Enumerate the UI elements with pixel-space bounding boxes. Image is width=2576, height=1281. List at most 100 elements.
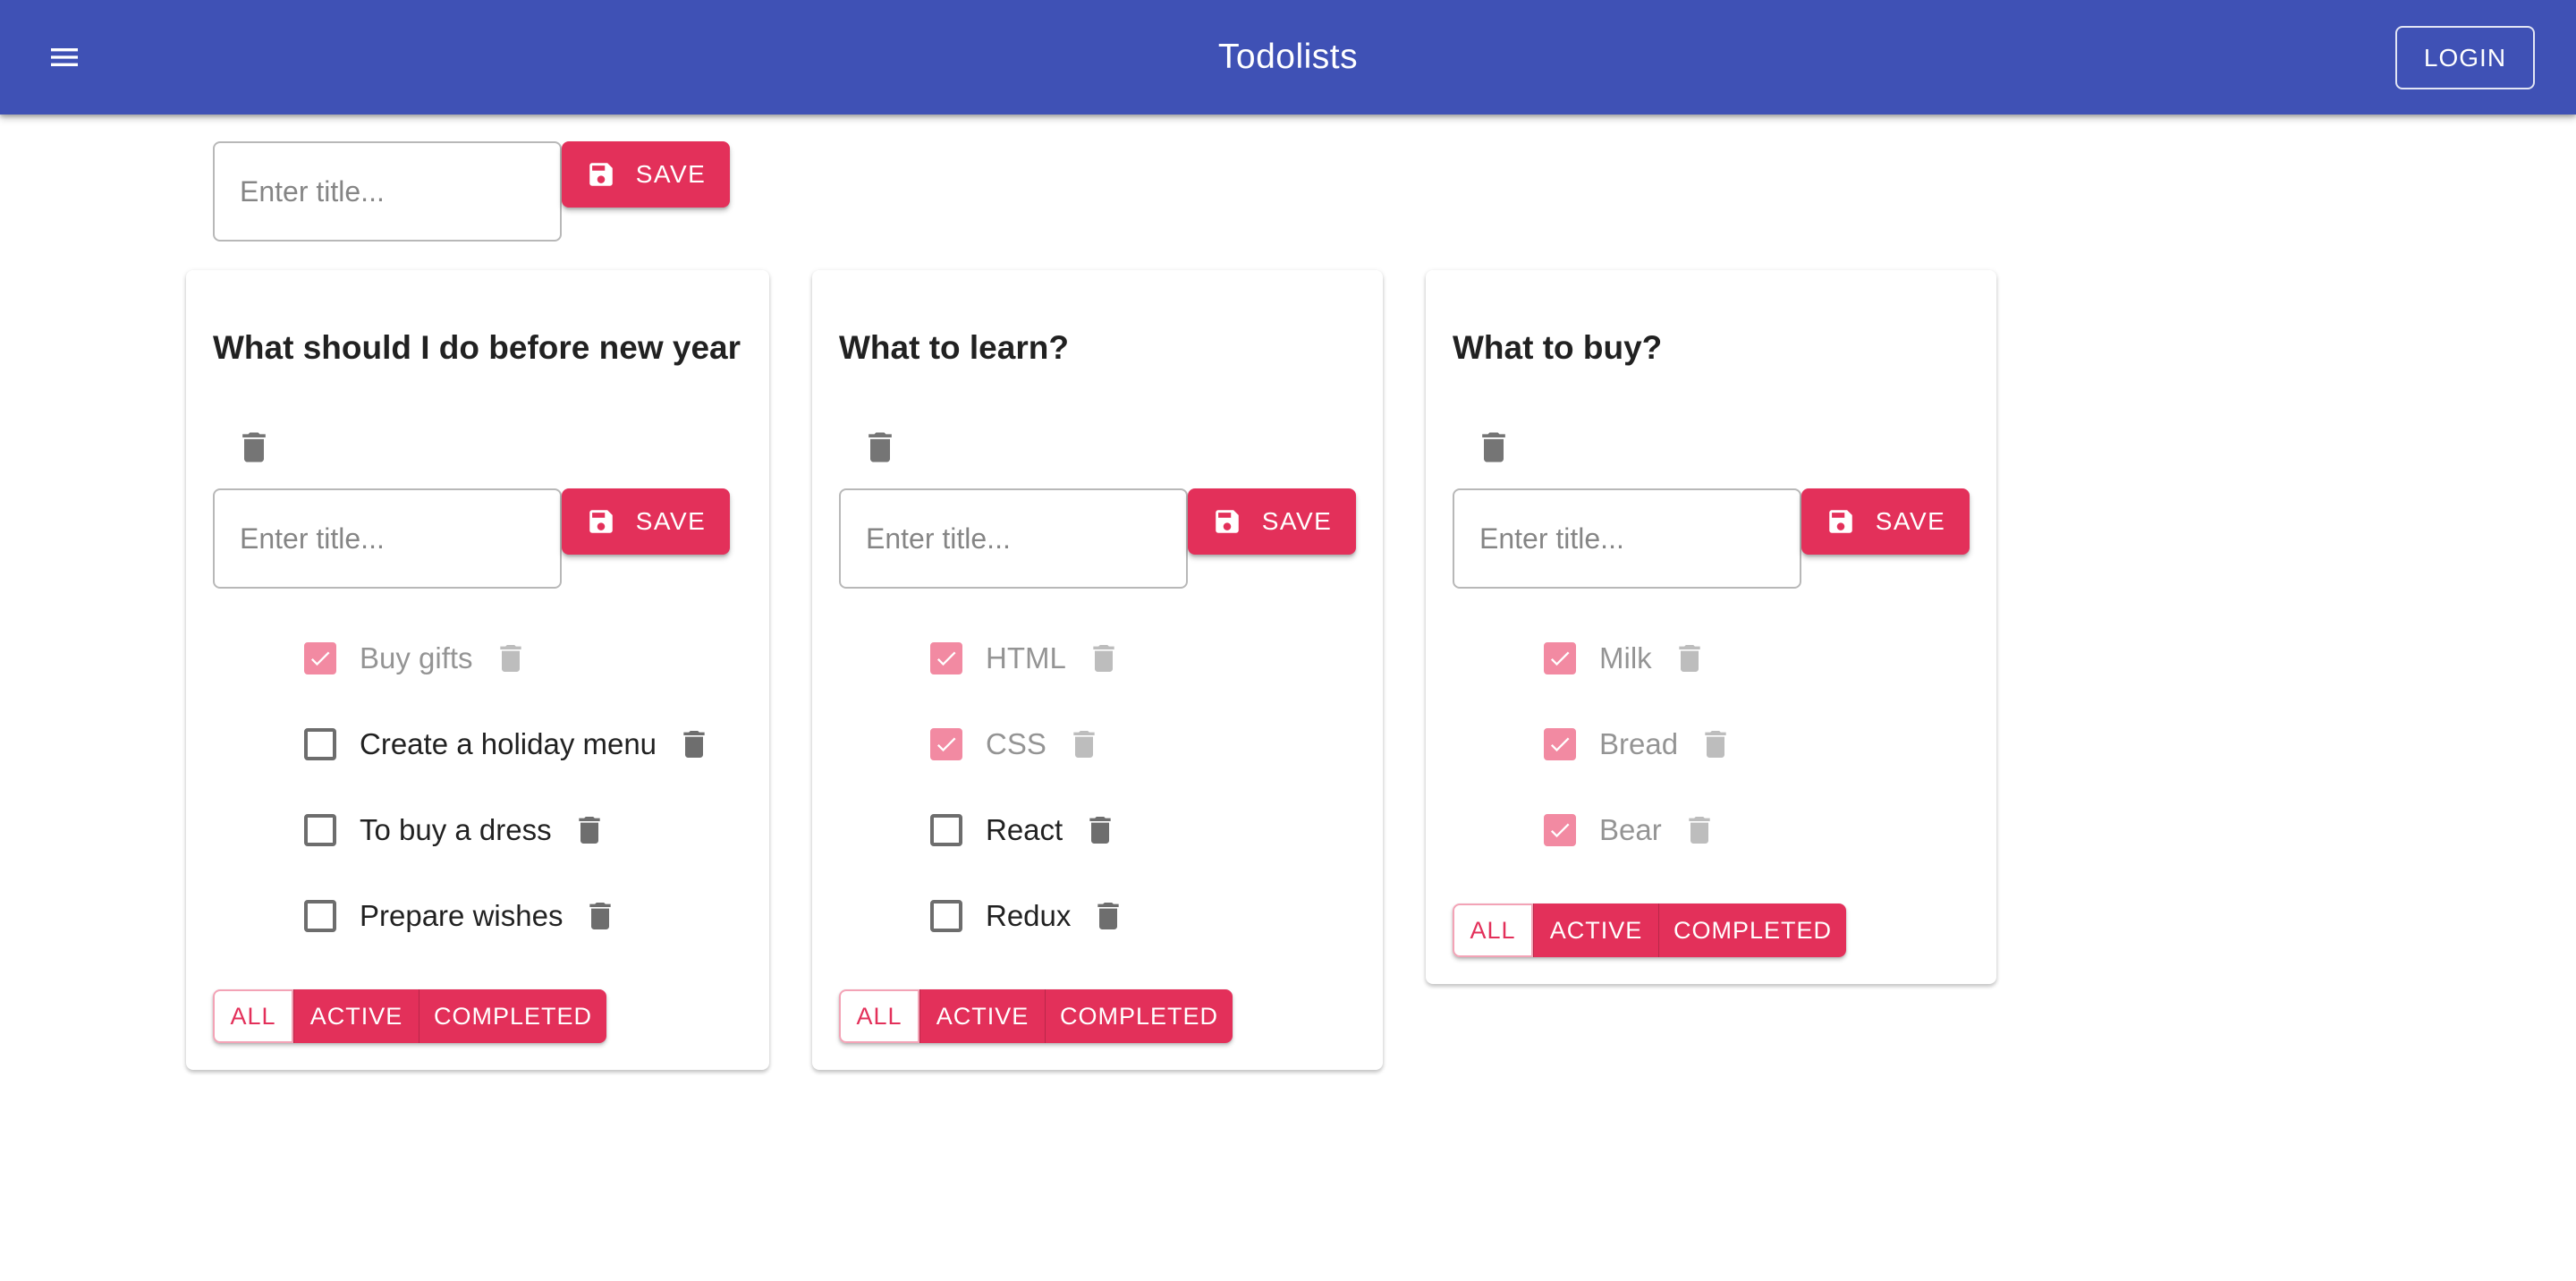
task-label[interactable]: Buy gifts [360, 641, 473, 675]
check-icon [1550, 823, 1570, 838]
task-item: Bear [1544, 803, 1717, 857]
add-task-button[interactable]: SAVE [562, 488, 730, 555]
task-checkbox[interactable] [930, 728, 962, 760]
filter-completed-button[interactable]: COMPLETED [1045, 989, 1233, 1043]
task-checkbox[interactable] [304, 642, 336, 674]
app-title: Todolists [1217, 38, 1359, 76]
delete-task-button[interactable] [493, 639, 529, 678]
task-checkbox[interactable] [930, 814, 962, 846]
delete-task-button[interactable] [676, 725, 712, 764]
trash-icon [1689, 817, 1710, 844]
task-label[interactable]: Bear [1599, 813, 1662, 847]
task-item: To buy a dress [304, 803, 607, 857]
todolist-card: What to learn? Enter title... SAVE HTML … [812, 270, 1383, 1070]
task-label[interactable]: HTML [986, 641, 1066, 675]
save-label: SAVE [635, 160, 707, 188]
todolist-title: What should I do before new year [213, 329, 741, 366]
task-checkbox[interactable] [1544, 728, 1576, 760]
save-label: SAVE [635, 507, 707, 535]
save-label: SAVE [1261, 507, 1333, 535]
trash-icon [869, 432, 892, 462]
delete-task-button[interactable] [582, 896, 618, 936]
new-list-title-input[interactable]: Enter title... [213, 141, 562, 242]
save-icon [1212, 506, 1242, 537]
task-checkbox[interactable] [304, 728, 336, 760]
new-task-input[interactable]: Enter title... [213, 488, 562, 589]
save-icon [1826, 506, 1856, 537]
task-label[interactable]: To buy a dress [360, 813, 552, 847]
delete-list-button[interactable] [1469, 422, 1519, 472]
delete-task-button[interactable] [1090, 896, 1126, 936]
task-item: Create a holiday menu [304, 717, 712, 771]
task-label[interactable]: Redux [986, 899, 1071, 933]
task-checkbox[interactable] [1544, 814, 1576, 846]
trash-icon [683, 731, 705, 758]
delete-task-button[interactable] [1682, 810, 1717, 850]
filter-completed-button[interactable]: COMPLETED [1658, 903, 1846, 957]
todolist-card: What to buy? Enter title... SAVE Milk Br… [1426, 270, 1996, 984]
delete-task-button[interactable] [1672, 639, 1707, 678]
task-checkbox[interactable] [304, 900, 336, 932]
new-task-input[interactable]: Enter title... [1453, 488, 1801, 589]
filter-all-button[interactable]: ALL [1453, 903, 1533, 957]
save-icon [586, 159, 616, 190]
task-checkbox[interactable] [930, 642, 962, 674]
save-label: SAVE [1875, 507, 1946, 535]
filter-all-button[interactable]: ALL [839, 989, 919, 1043]
task-checkbox[interactable] [304, 814, 336, 846]
delete-task-button[interactable] [1086, 639, 1122, 678]
menu-icon [51, 48, 78, 66]
check-icon [936, 737, 956, 752]
trash-icon [499, 645, 521, 672]
check-icon [1550, 737, 1570, 752]
filter-active-button[interactable]: ACTIVE [293, 989, 419, 1043]
delete-task-button[interactable] [1082, 810, 1118, 850]
filter-active-button[interactable]: ACTIVE [1533, 903, 1658, 957]
task-label[interactable]: Bread [1599, 727, 1678, 761]
trash-icon [589, 903, 612, 929]
app-bar: Todolists LOGIN [0, 0, 2576, 115]
trash-icon [1482, 432, 1505, 462]
delete-task-button[interactable] [1066, 725, 1102, 764]
trash-icon [1089, 817, 1111, 844]
filter-button-group: ALL ACTIVE COMPLETED [1453, 903, 1846, 957]
delete-list-button[interactable] [229, 422, 279, 472]
add-task-button[interactable]: SAVE [1188, 488, 1356, 555]
new-list-save-button[interactable]: SAVE [562, 141, 730, 208]
save-icon [586, 506, 616, 537]
filter-button-group: ALL ACTIVE COMPLETED [839, 989, 1233, 1043]
trash-icon [1093, 645, 1114, 672]
new-task-input[interactable]: Enter title... [839, 488, 1188, 589]
task-label[interactable]: Milk [1599, 641, 1652, 675]
task-item: Bread [1544, 717, 1733, 771]
task-item: React [930, 803, 1118, 857]
task-item: Prepare wishes [304, 889, 618, 943]
todolist-title: What to learn? [839, 329, 1069, 366]
task-item: CSS [930, 717, 1102, 771]
filter-all-button[interactable]: ALL [213, 989, 293, 1043]
filter-completed-button[interactable]: COMPLETED [419, 989, 606, 1043]
check-icon [310, 651, 330, 666]
delete-list-button[interactable] [855, 422, 905, 472]
task-label[interactable]: CSS [986, 727, 1046, 761]
task-item: Buy gifts [304, 632, 529, 685]
login-button[interactable]: LOGIN [2395, 26, 2535, 89]
menu-button[interactable] [36, 29, 93, 86]
todolist-title: What to buy? [1453, 329, 1663, 366]
task-checkbox[interactable] [1544, 642, 1576, 674]
task-label[interactable]: Create a holiday menu [360, 727, 657, 761]
trash-icon [1097, 903, 1120, 929]
task-label[interactable]: Prepare wishes [360, 899, 563, 933]
task-item: HTML [930, 632, 1122, 685]
task-checkbox[interactable] [930, 900, 962, 932]
task-label[interactable]: React [986, 813, 1063, 847]
add-task-button[interactable]: SAVE [1801, 488, 1970, 555]
filter-button-group: ALL ACTIVE COMPLETED [213, 989, 606, 1043]
trash-icon [1073, 731, 1095, 758]
task-item: Milk [1544, 632, 1707, 685]
filter-active-button[interactable]: ACTIVE [919, 989, 1045, 1043]
trash-icon [578, 817, 600, 844]
delete-task-button[interactable] [572, 810, 607, 850]
delete-task-button[interactable] [1698, 725, 1733, 764]
trash-icon [1705, 731, 1726, 758]
